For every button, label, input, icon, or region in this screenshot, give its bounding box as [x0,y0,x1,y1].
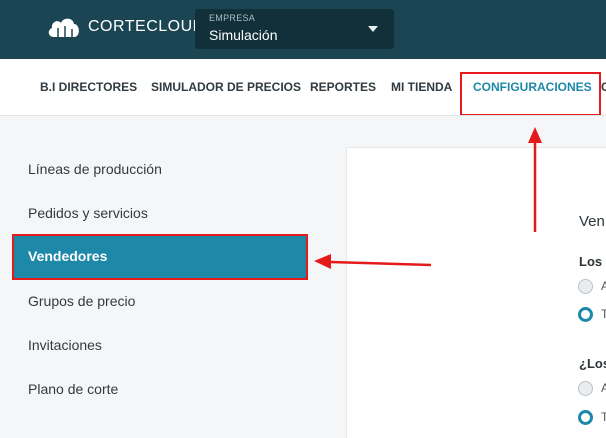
nav-item-truncated[interactable]: C [601,80,606,94]
configuraciones-highlight-box [460,72,601,115]
nav-bi-directores[interactable]: B.I DIRECTORES [40,80,137,94]
question-2-label: ¿Los [579,356,606,371]
nav-mi-tienda[interactable]: MI TIENDA [391,80,452,94]
question-2-option-a-radio[interactable] [578,381,593,396]
vendedores-panel: Ven Los v A T ¿Los A T [346,147,606,438]
question-2-option-a-label: A [601,381,606,395]
question-1-option-a-label: A [601,279,606,293]
sidebar-item-grupos-de-precio[interactable]: Grupos de precio [28,293,135,309]
caret-down-icon [368,26,378,32]
sidebar-item-invitaciones[interactable]: Invitaciones [28,337,102,353]
question-2-option-t-label: T [601,410,606,424]
sidebar-item-pedidos-y-servicios[interactable]: Pedidos y servicios [28,205,148,221]
company-selector[interactable]: EMPRESA Simulación [195,9,394,49]
question-1-option-t-radio[interactable] [578,307,593,322]
logo-text: CORTECLOUD [88,18,205,35]
nav-reportes[interactable]: REPORTES [310,80,376,94]
question-1-option-a-radio[interactable] [578,279,593,294]
company-value: Simulación [209,27,278,43]
logo[interactable]: CORTECLOUD [46,16,205,38]
nav-simulador-de-precios[interactable]: SIMULADOR DE PRECIOS [151,80,301,94]
sidebar-item-plano-de-corte[interactable]: Plano de corte [28,381,118,397]
company-label: EMPRESA [209,13,256,23]
main-nav: B.I DIRECTORES SIMULADOR DE PRECIOS REPO… [0,59,606,116]
question-1-option-t-label: T [601,307,606,321]
question-1-label: Los v [579,254,606,269]
sidebar-item-lineas-de-produccion[interactable]: Líneas de producción [28,161,162,177]
panel-title: Ven [579,213,605,230]
question-2-option-t-radio[interactable] [578,410,593,425]
vendedores-highlight-box [12,234,308,280]
top-bar: CORTECLOUD EMPRESA Simulación [0,0,606,59]
cloud-logo-icon [46,16,82,38]
